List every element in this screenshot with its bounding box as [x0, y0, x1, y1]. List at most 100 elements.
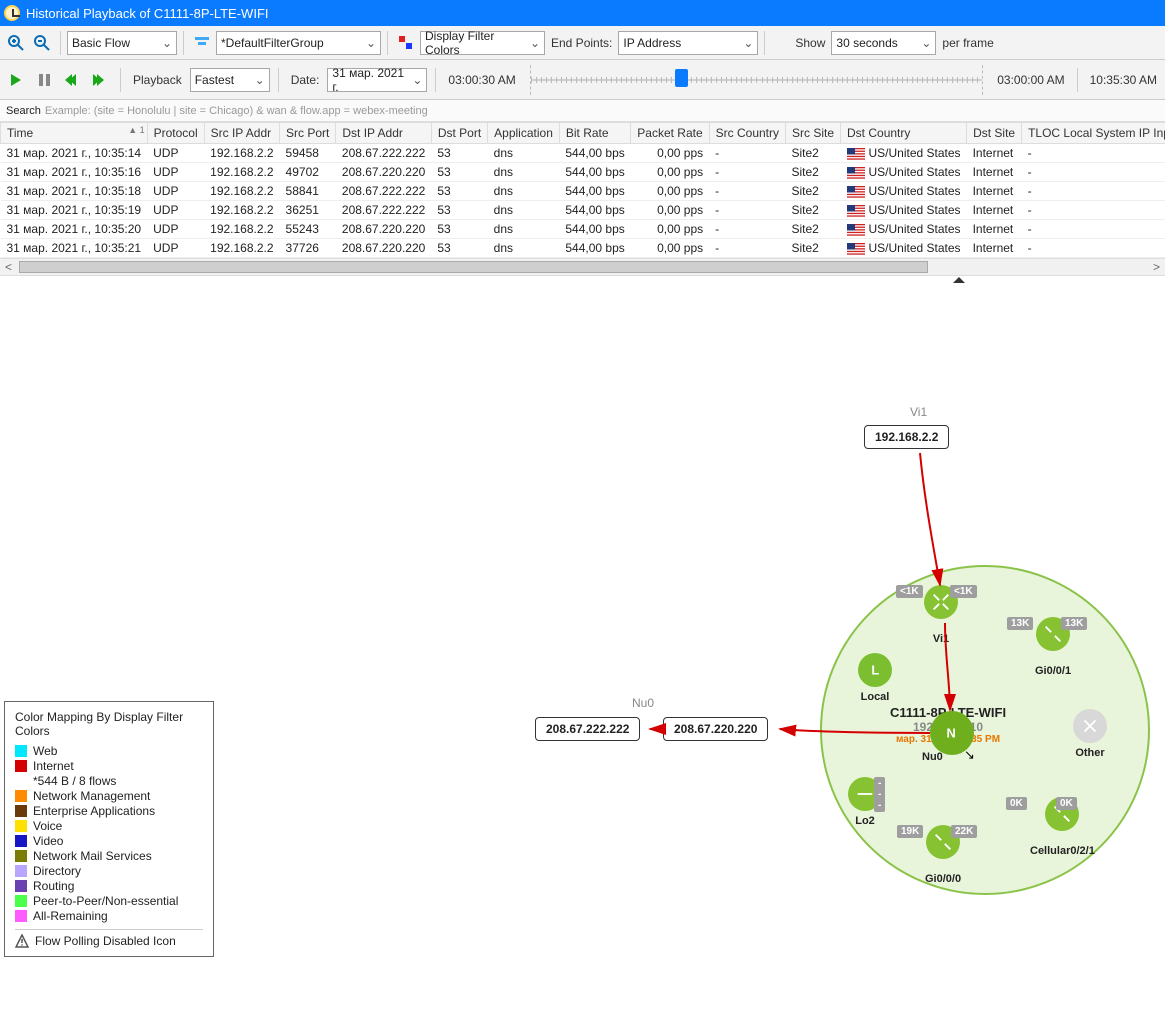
table-row[interactable]: 31 мар. 2021 г., 10:35:18UDP192.168.2.25… — [1, 182, 1165, 201]
topology-canvas[interactable]: Vi1 192.168.2.2 Nu0 208.67.222.222 208.6… — [0, 285, 1165, 965]
collapse-up-icon[interactable] — [953, 277, 965, 283]
scroll-left-button[interactable]: < — [0, 260, 17, 274]
per-frame-label: per frame — [938, 36, 997, 50]
playback-toolbar: Playback Fastest⌄ Date: 31 мар. 2021 г.⌄… — [0, 60, 1165, 100]
date-label: Date: — [287, 73, 324, 87]
table-row[interactable]: 31 мар. 2021 г., 10:35:20UDP192.168.2.25… — [1, 220, 1165, 239]
legend-title: Color Mapping By Display Filter Colors — [15, 710, 203, 738]
time-slider[interactable] — [530, 65, 983, 95]
flow-type-dropdown[interactable]: Basic Flow⌄ — [67, 31, 177, 55]
colors-icon-button[interactable] — [394, 31, 418, 55]
playback-speed-value: Fastest — [195, 73, 234, 87]
show-duration-value: 30 seconds — [836, 36, 897, 50]
column-dst-site[interactable]: Dst Site — [967, 123, 1022, 144]
zoom-in-button[interactable] — [4, 31, 28, 55]
flow-type-label: Basic Flow — [72, 36, 130, 50]
legend-item: Routing — [15, 879, 203, 893]
display-colors-dropdown[interactable]: Display Filter Colors⌄ — [420, 31, 545, 55]
if-vi1[interactable]: <1K <1K Vi1 — [924, 585, 958, 645]
step-forward-button[interactable] — [88, 68, 112, 92]
chevron-down-icon: ⌄ — [366, 36, 376, 50]
column-tloc-local-system-ip-input[interactable]: TLOC Local System IP Input — [1022, 123, 1165, 144]
if-nu0[interactable]: Nu0 — [922, 745, 943, 763]
legend-item: Video — [15, 834, 203, 848]
playback-speed-dropdown[interactable]: Fastest ⌄ — [190, 68, 270, 92]
search-placeholder: Example: (site = Honolulu | site = Chica… — [45, 105, 428, 117]
column-dst-port[interactable]: Dst Port — [431, 123, 487, 144]
column-src-ip-addr[interactable]: Src IP Addr — [204, 123, 279, 144]
scroll-right-button[interactable]: > — [1148, 260, 1165, 274]
step-back-button[interactable] — [60, 68, 84, 92]
column-src-country[interactable]: Src Country — [709, 123, 785, 144]
if-other-label: Other — [1075, 747, 1104, 759]
date-value: 31 мар. 2021 г. — [332, 66, 408, 94]
column-dst-ip-addr[interactable]: Dst IP Addr — [336, 123, 431, 144]
table-row[interactable]: 31 мар. 2021 г., 10:35:16UDP192.168.2.24… — [1, 163, 1165, 182]
table-row[interactable]: 31 мар. 2021 г., 10:35:19UDP192.168.2.23… — [1, 201, 1165, 220]
column-dst-country[interactable]: Dst Country — [841, 123, 967, 144]
show-duration-dropdown[interactable]: 30 seconds⌄ — [831, 31, 936, 55]
if-local[interactable]: L Local — [858, 653, 892, 703]
node-nu0-ip2-text: 208.67.220.220 — [674, 722, 757, 736]
display-colors-label: Display Filter Colors — [425, 29, 526, 57]
legend-item: Internet — [15, 759, 203, 773]
filter-group-dropdown[interactable]: *DefaultFilterGroup ⌄ — [216, 31, 381, 55]
node-vi1[interactable]: 192.168.2.2 — [864, 425, 949, 449]
node-nu0-ip1[interactable]: 208.67.222.222 — [535, 717, 640, 741]
window-titlebar: Historical Playback of C1111-8P-LTE-WIFI — [0, 0, 1165, 26]
svg-text:N: N — [947, 726, 956, 741]
step-forward-icon — [96, 74, 104, 86]
column-application[interactable]: Application — [488, 123, 560, 144]
if-lo2-label: Lo2 — [855, 815, 875, 827]
if-lo2[interactable]: --- Lo2 — [848, 777, 882, 827]
slider-thumb[interactable] — [675, 69, 688, 87]
main-toolbar: Basic Flow⌄ *DefaultFilterGroup ⌄ Display… — [0, 26, 1165, 60]
if-other[interactable]: Other — [1073, 709, 1107, 759]
legend-item: Directory — [15, 864, 203, 878]
play-icon — [11, 74, 21, 86]
node-label-nu0: Nu0 — [632, 696, 654, 710]
flow-table: Time▲ 1ProtocolSrc IP AddrSrc PortDst IP… — [0, 122, 1165, 258]
node-vi1-ip: 192.168.2.2 — [875, 430, 938, 444]
panel-splitter[interactable] — [0, 275, 1165, 285]
table-row[interactable]: 31 мар. 2021 г., 10:35:21UDP192.168.2.23… — [1, 239, 1165, 258]
scroll-thumb[interactable] — [19, 261, 928, 273]
endpoints-dropdown[interactable]: IP Address⌄ — [618, 31, 758, 55]
zoom-out-button[interactable] — [30, 31, 54, 55]
horizontal-scrollbar[interactable]: < > — [0, 258, 1165, 275]
if-gi001-label: Gi0/0/1 — [1035, 665, 1071, 677]
svg-text:L: L — [871, 663, 879, 678]
chevron-down-icon: ⌄ — [255, 73, 265, 87]
pause-icon — [39, 74, 50, 86]
play-button[interactable] — [4, 68, 28, 92]
date-picker[interactable]: 31 мар. 2021 г. ⌄ — [327, 68, 427, 92]
node-nu0-ip2[interactable]: 208.67.220.220 — [663, 717, 768, 741]
if-gi000[interactable]: 19K 22K Gi0/0/0 — [925, 825, 961, 885]
legend-item: Voice — [15, 819, 203, 833]
column-packet-rate[interactable]: Packet Rate — [631, 123, 709, 144]
if-vi1-label: Vi1 — [933, 633, 949, 645]
chevron-down-icon: ⌄ — [412, 73, 422, 87]
if-cell[interactable]: 0K 0K Cellular0/2/1 — [1030, 797, 1095, 857]
pause-button[interactable] — [32, 68, 56, 92]
column-protocol[interactable]: Protocol — [147, 123, 204, 144]
node-label-vi1: Vi1 — [910, 405, 927, 419]
endpoints-label: End Points: — [547, 36, 616, 50]
search-row[interactable]: Search Example: (site = Honolulu | site … — [0, 100, 1165, 122]
filter-icon-button[interactable] — [190, 31, 214, 55]
column-bit-rate[interactable]: Bit Rate — [559, 123, 630, 144]
column-src-site[interactable]: Src Site — [786, 123, 841, 144]
column-src-port[interactable]: Src Port — [280, 123, 336, 144]
filter-group-label: *DefaultFilterGroup — [221, 36, 324, 50]
if-gi001[interactable]: 13K 13K Gi0/0/1 — [1035, 617, 1071, 677]
column-time[interactable]: Time▲ 1 — [1, 123, 148, 144]
color-legend: Color Mapping By Display Filter Colors W… — [4, 701, 214, 957]
legend-item: Network Mail Services — [15, 849, 203, 863]
legend-item: Network Management — [15, 789, 203, 803]
show-label: Show — [791, 36, 829, 50]
clock-icon — [4, 5, 20, 21]
time-right1-label: 03:00:00 AM — [993, 73, 1068, 87]
table-row[interactable]: 31 мар. 2021 г., 10:35:14UDP192.168.2.25… — [1, 144, 1165, 163]
search-label: Search — [6, 105, 41, 117]
table-header[interactable]: Time▲ 1ProtocolSrc IP AddrSrc PortDst IP… — [1, 123, 1165, 144]
